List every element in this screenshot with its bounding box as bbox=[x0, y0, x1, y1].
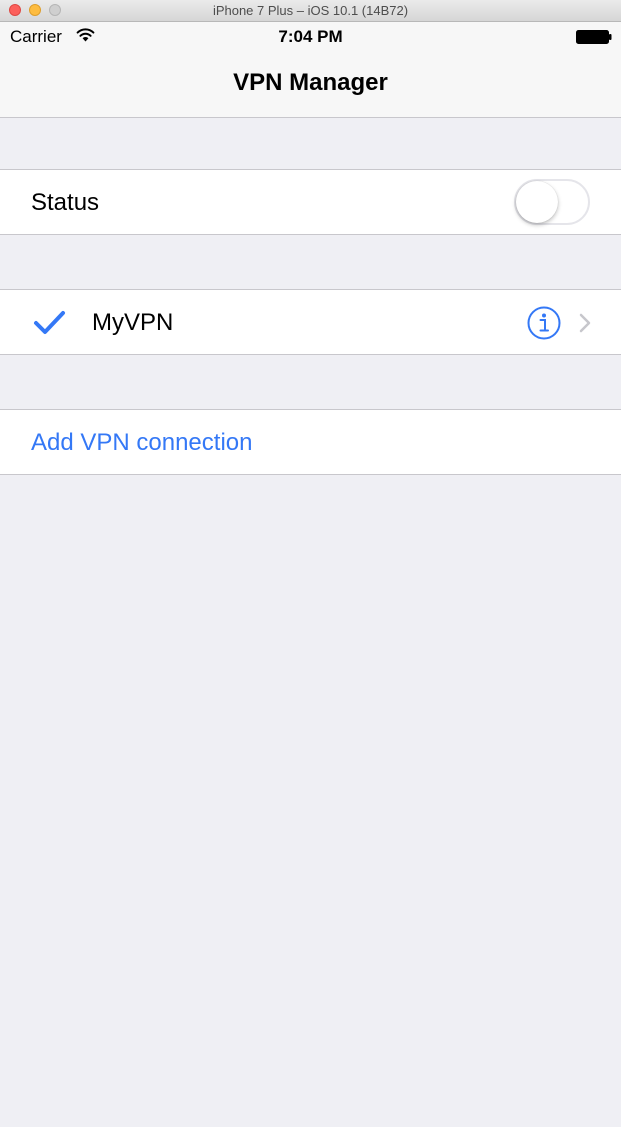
status-toggle[interactable] bbox=[514, 179, 590, 225]
toggle-knob bbox=[516, 181, 558, 223]
battery-icon bbox=[576, 30, 612, 44]
checkmark-icon bbox=[34, 311, 65, 334]
add-vpn-connection-label: Add VPN connection bbox=[31, 429, 253, 456]
status-time: 7:04 PM bbox=[278, 27, 343, 46]
status-label: Status bbox=[31, 189, 100, 216]
navigation-bar: VPN Manager bbox=[0, 52, 621, 118]
vpn-name: MyVPN bbox=[92, 309, 174, 336]
info-icon[interactable] bbox=[527, 306, 561, 340]
status-bar: Carrier 7:04 PM bbox=[0, 22, 621, 52]
add-vpn-connection-button[interactable]: Add VPN connection bbox=[0, 409, 621, 475]
window-title: iPhone 7 Plus – iOS 10.1 (14B72) bbox=[212, 3, 409, 18]
page-title: VPN Manager bbox=[233, 69, 388, 96]
chevron-right-icon bbox=[579, 313, 591, 333]
vpn-row-myvpn[interactable]: MyVPN bbox=[0, 289, 621, 355]
simulator-window-bar: iPhone 7 Plus – iOS 10.1 (14B72) bbox=[0, 0, 621, 22]
status-row: Status bbox=[0, 169, 621, 235]
